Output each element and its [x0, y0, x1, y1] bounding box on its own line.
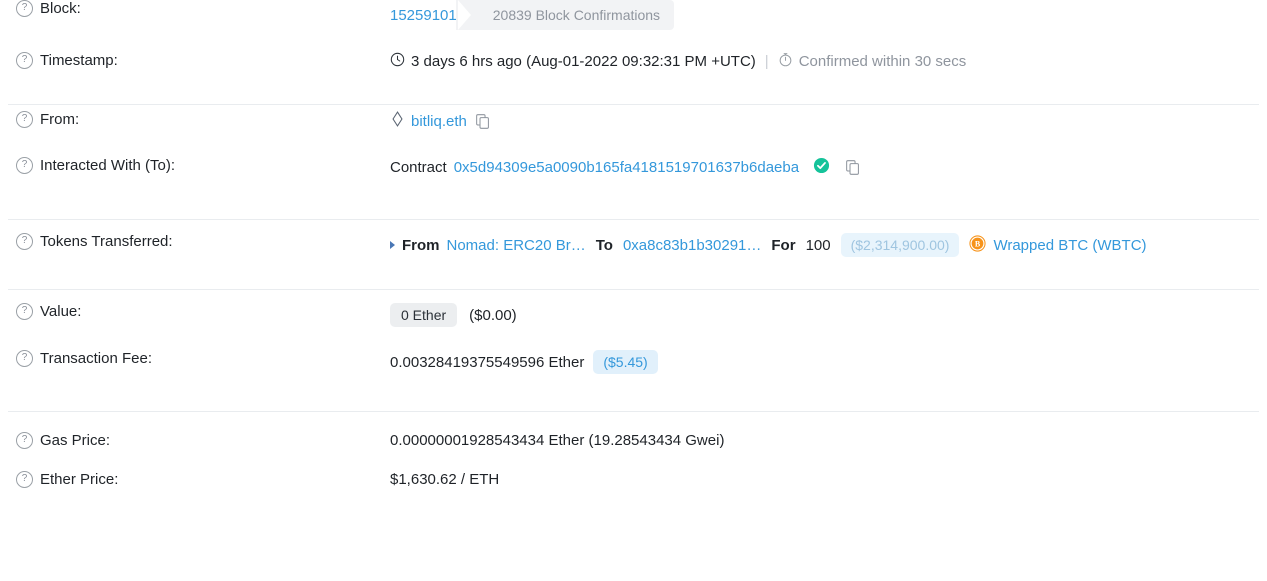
block-confirmations-text: 20839 Block Confirmations	[492, 7, 661, 23]
value-gas-price: 0.00000001928543434 Ether (19.28543434 G…	[390, 432, 1251, 449]
help-icon[interactable]: ?	[16, 157, 33, 174]
stopwatch-icon	[778, 52, 793, 71]
token-to-word: To	[595, 236, 613, 254]
contract-address-link[interactable]: 0x5d94309e5a0090b165fa4181519701637b6dae…	[454, 159, 799, 176]
label-ether-price-text: Ether Price:	[40, 471, 119, 488]
gas-price-amount: 0.00000001928543434 Ether (19.28543434 G…	[390, 432, 725, 449]
value-ether-badge: 0 Ether	[390, 303, 458, 327]
token-from-link[interactable]: Nomad: ERC20 Br…	[447, 237, 586, 254]
token-name-link[interactable]: Wrapped BTC (WBTC)	[993, 237, 1146, 254]
contract-prefix: Contract	[390, 159, 447, 176]
label-timestamp-text: Timestamp:	[40, 52, 118, 69]
row-transaction-fee: ? Transaction Fee: 0.00328419375549596 E…	[0, 342, 1267, 394]
value-usd: ($0.00)	[469, 306, 517, 324]
token-usd-value: ($2,314,900.00)	[840, 233, 960, 257]
help-icon[interactable]: ?	[16, 0, 33, 17]
row-value: ? Value: 0 Ether ($0.00)	[0, 290, 1267, 342]
token-for-word: For	[771, 236, 796, 254]
copy-icon[interactable]	[846, 160, 860, 175]
help-icon[interactable]: ?	[16, 471, 33, 488]
label-block-text: Block:	[40, 0, 81, 17]
block-number-link[interactable]: 15259101	[390, 7, 457, 24]
copy-icon[interactable]	[476, 113, 490, 129]
row-from: ? From: bitliq.eth	[0, 105, 1267, 157]
help-icon[interactable]: ?	[16, 52, 33, 69]
label-from-text: From:	[40, 111, 80, 128]
value-from: bitliq.eth	[390, 111, 1251, 131]
value-tokens-transferred: From Nomad: ERC20 Br… To 0xa8c83b1b30291…	[390, 233, 1251, 257]
row-gas-price: ? Gas Price: 0.00000001928543434 Ether (…	[0, 412, 1267, 464]
transaction-details-panel: ? Block: 15259101 20839 Block Confirmati…	[0, 0, 1267, 516]
label-ether-price: ? Ether Price:	[16, 471, 390, 488]
ens-diamond-icon	[390, 111, 405, 131]
row-tokens-transferred: ? Tokens Transferred: From Nomad: ERC20 …	[0, 220, 1267, 285]
value-ether-price: $1,630.62 / ETH	[390, 471, 1251, 488]
transaction-fee-amount: 0.00328419375549596 Ether	[390, 353, 585, 371]
token-from-word: From	[402, 236, 440, 254]
timestamp-divider: |	[764, 53, 769, 70]
value-interacted-with: Contract 0x5d94309e5a0090b165fa418151970…	[390, 157, 1251, 178]
token-to-link[interactable]: 0xa8c83b1b30291…	[623, 237, 761, 254]
expand-caret-icon[interactable]	[390, 241, 395, 249]
help-icon[interactable]: ?	[16, 111, 33, 128]
row-block: ? Block: 15259101 20839 Block Confirmati…	[0, 0, 1267, 52]
value-amount-cell: 0 Ether ($0.00)	[390, 303, 1251, 327]
ether-price-amount: $1,630.62 / ETH	[390, 471, 500, 488]
label-gas-price: ? Gas Price:	[16, 432, 390, 449]
label-interacted-with: ? Interacted With (To):	[16, 157, 390, 174]
bitcoin-token-icon: B	[969, 234, 987, 256]
confirmed-note: Confirmed within 30 secs	[798, 53, 967, 70]
help-icon[interactable]: ?	[16, 350, 33, 367]
label-interacted-with-text: Interacted With (To):	[40, 157, 176, 174]
label-transaction-fee-text: Transaction Fee:	[40, 350, 152, 367]
help-icon[interactable]: ?	[16, 233, 33, 250]
value-block: 15259101 20839 Block Confirmations	[390, 0, 1251, 30]
label-tokens-transferred-text: Tokens Transferred:	[40, 233, 173, 250]
row-timestamp: ? Timestamp: 3 days 6 hrs ago (Aug-01-20…	[0, 52, 1267, 104]
label-transaction-fee: ? Transaction Fee:	[16, 350, 390, 367]
row-interacted-with: ? Interacted With (To): Contract 0x5d943…	[0, 157, 1267, 209]
label-timestamp: ? Timestamp:	[16, 52, 390, 69]
label-gas-price-text: Gas Price:	[40, 432, 111, 449]
label-tokens-transferred: ? Tokens Transferred:	[16, 233, 390, 250]
block-confirmations-badge: 20839 Block Confirmations	[455, 0, 675, 30]
token-amount: 100	[805, 236, 831, 254]
svg-text:B: B	[975, 239, 981, 248]
timestamp-text: 3 days 6 hrs ago (Aug-01-2022 09:32:31 P…	[411, 53, 756, 70]
transaction-fee-usd-badge: ($5.45)	[593, 350, 658, 374]
help-icon[interactable]: ?	[16, 432, 33, 449]
value-timestamp: 3 days 6 hrs ago (Aug-01-2022 09:32:31 P…	[390, 52, 1251, 71]
row-ether-price: ? Ether Price: $1,630.62 / ETH	[0, 464, 1267, 516]
help-icon[interactable]: ?	[16, 303, 33, 320]
label-value-text: Value:	[40, 303, 82, 320]
clock-icon	[390, 52, 405, 71]
label-from: ? From:	[16, 111, 390, 128]
label-block: ? Block:	[16, 0, 390, 17]
label-value: ? Value:	[16, 303, 390, 320]
from-address-link[interactable]: bitliq.eth	[411, 113, 467, 130]
verified-check-icon	[813, 157, 830, 178]
value-transaction-fee: 0.00328419375549596 Ether ($5.45)	[390, 350, 1251, 374]
